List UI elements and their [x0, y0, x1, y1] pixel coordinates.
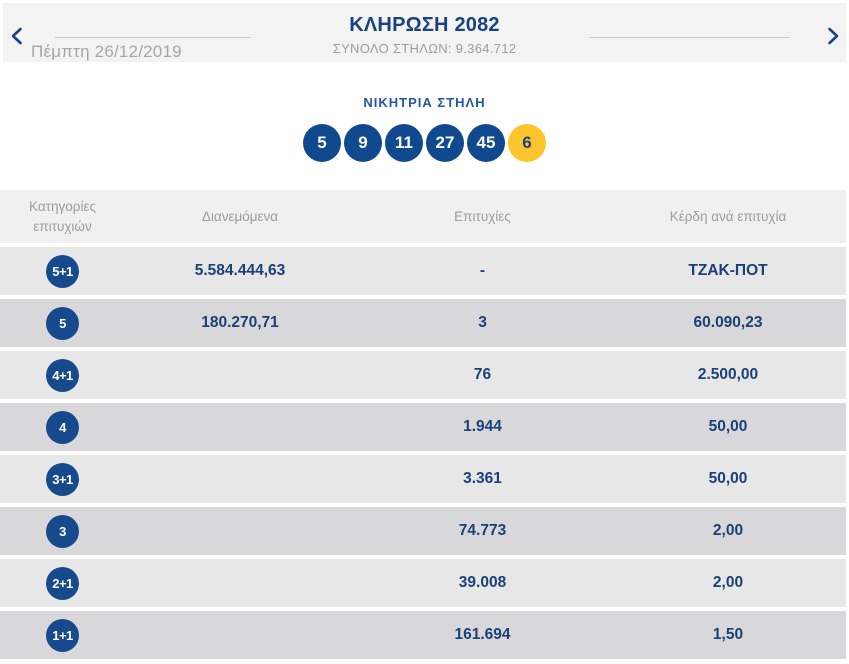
winning-number-ball: 9	[344, 124, 382, 162]
cell-prize: 2,00	[712, 574, 744, 591]
table-row: 5+1 5.584.444,63 - ΤΖΑΚ-ΠΟΤ	[0, 247, 846, 295]
cell-winners: 161.694	[454, 626, 511, 643]
winning-number-ball: 5	[303, 124, 341, 162]
winning-numbers: 5 9 11 27 45 6	[0, 124, 849, 162]
winning-column-title: ΝΙΚΗΤΡΙΑ ΣΤΗΛΗ	[363, 95, 486, 110]
cell-winners: 3	[478, 314, 487, 331]
cell-winners: 74.773	[458, 522, 507, 539]
cell-winners: 76	[473, 366, 492, 383]
category-badge: 1+1	[46, 618, 79, 652]
table-row: 3+1 3.361 50,00	[0, 455, 846, 503]
cell-winners: 1.944	[463, 418, 502, 435]
bonus-number-ball: 6	[508, 124, 546, 162]
draw-title: ΚΛΗΡΩΣΗ 2082	[349, 14, 500, 36]
cell-prize: 60.090,23	[693, 314, 763, 331]
category-badge: 3+1	[46, 462, 79, 496]
prize-table: Κατηγορίες επιτυχιών Διανεμόμενα Επιτυχί…	[0, 190, 846, 659]
draw-navigation-bar: Πέμπτη 26/12/2019 ΚΛΗΡΩΣΗ 2082 ΣΥΝΟΛΟ ΣΤ…	[3, 3, 846, 62]
category-badge: 2+1	[46, 566, 79, 600]
cell-prize: 50,00	[708, 418, 748, 435]
cell-winners: 3.361	[463, 470, 502, 487]
right-divider-line	[589, 37, 789, 38]
cell-prize: ΤΖΑΚ-ΠΟΤ	[688, 262, 768, 279]
category-badge: 4	[46, 410, 79, 444]
cell-prize: 2.500,00	[697, 366, 759, 383]
winning-number-ball: 11	[385, 124, 423, 162]
category-badge: 5	[46, 306, 79, 340]
table-row: 4+1 76 2.500,00	[0, 351, 846, 399]
cell-distributed: 180.270,71	[201, 314, 279, 331]
cell-prize: 50,00	[708, 470, 748, 487]
column-header-distributed: Διανεμόμενα	[201, 208, 279, 224]
table-row: 3 74.773 2,00	[0, 507, 846, 555]
table-row: 5 180.270,71 3 60.090,23	[0, 299, 846, 347]
cell-winners: 39.008	[458, 574, 507, 591]
category-badge: 4+1	[46, 358, 79, 392]
column-header-winners: Επιτυχίες	[454, 208, 511, 224]
category-badge: 3	[46, 514, 79, 548]
column-header-categories: Κατηγορίες επιτυχιών	[29, 198, 96, 234]
cell-winners: -	[479, 262, 486, 279]
cell-prize: 1,50	[712, 626, 744, 643]
chevron-right-icon	[827, 27, 838, 45]
category-badge: 5+1	[46, 254, 79, 288]
table-row: 1+1 161.694 1,50	[0, 611, 846, 659]
winning-number-ball: 45	[467, 124, 505, 162]
cell-distributed: 5.584.444,63	[194, 262, 286, 279]
prize-table-header: Κατηγορίες επιτυχιών Διανεμόμενα Επιτυχί…	[0, 190, 846, 243]
table-row: 2+1 39.008 2,00	[0, 559, 846, 607]
next-draw-button[interactable]	[824, 25, 842, 47]
total-columns-label: ΣΥΝΟΛΟ ΣΤΗΛΩΝ: 9.364.712	[332, 41, 517, 56]
winning-number-ball: 27	[426, 124, 464, 162]
column-header-prize-per-win: Κέρδη ανά επιτυχία	[669, 208, 787, 224]
table-row: 4 1.944 50,00	[0, 403, 846, 451]
cell-prize: 2,00	[712, 522, 744, 539]
